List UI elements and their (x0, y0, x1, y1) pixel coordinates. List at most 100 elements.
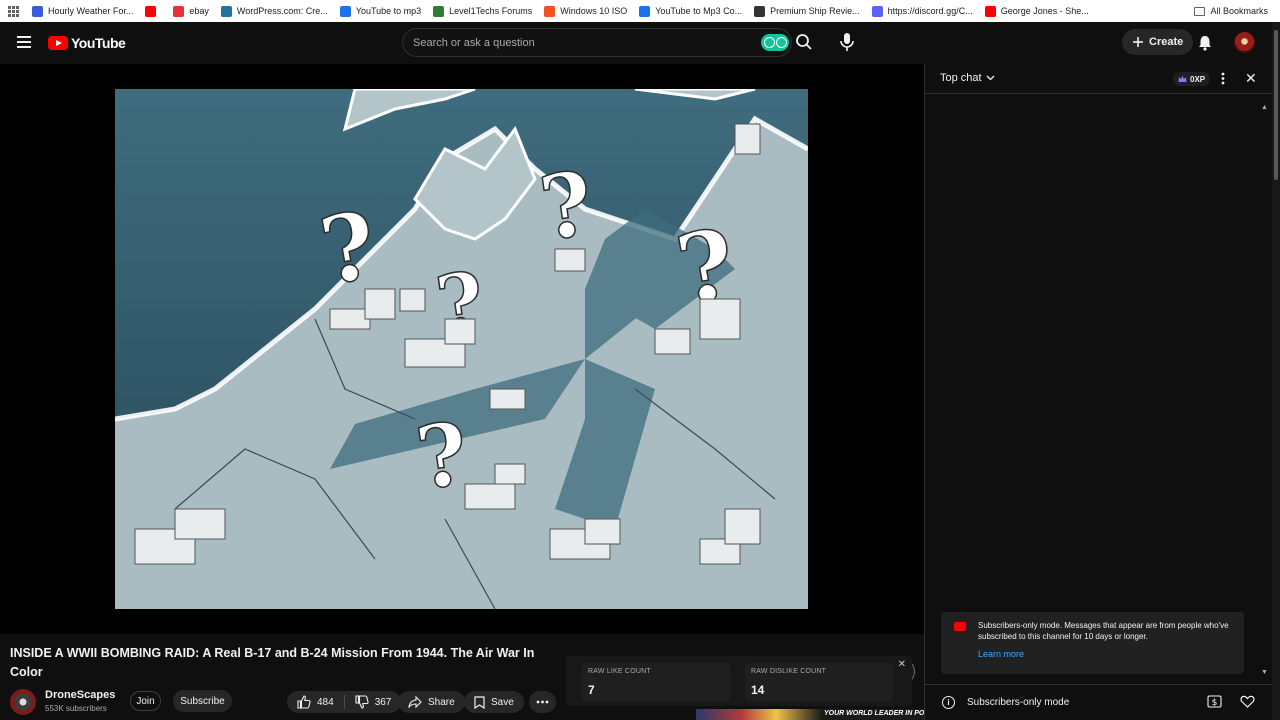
subscriber-count: 553K subscribers (45, 704, 107, 713)
save-button[interactable]: Save (464, 691, 524, 713)
top-chat-label: Top chat (940, 72, 982, 84)
bookmark-label: ebay (189, 6, 209, 16)
bell-icon (1199, 36, 1211, 51)
bookmark-item[interactable]: https://discord.gg/C... (866, 0, 979, 22)
chat-footer: i Subscribers-only mode $ (925, 684, 1273, 720)
info-icon[interactable]: i (942, 696, 955, 709)
super-chat-icon: $ (1207, 695, 1222, 708)
account-avatar[interactable] (1234, 32, 1255, 53)
bookmark-favicon-icon (754, 5, 766, 17)
bookmark-favicon-icon (173, 5, 185, 17)
bookmark-favicon-icon (639, 5, 651, 17)
grammarly-icon[interactable] (761, 34, 789, 51)
scroll-down-icon[interactable]: ▼ (1261, 669, 1268, 676)
share-icon (408, 696, 422, 708)
folder-icon (1194, 6, 1206, 16)
join-button[interactable]: Join (130, 691, 161, 711)
all-bookmarks[interactable]: All Bookmarks (1194, 6, 1280, 16)
bookmark-label: Hourly Weather For... (48, 6, 134, 16)
super-chat-button[interactable]: $ (1207, 695, 1222, 713)
scroll-up-icon[interactable]: ▲ (1261, 104, 1268, 111)
channel-avatar[interactable] (10, 689, 36, 715)
logo-text: YouTube (71, 35, 126, 51)
bookmark-label: Windows 10 ISO (560, 6, 628, 16)
notifications-button[interactable] (1196, 34, 1214, 57)
raw-like-label: RAW LIKE COUNT (588, 668, 651, 675)
thumbs-down-icon (355, 695, 369, 709)
raw-dislike-card: RAW DISLIKE COUNT 14 (745, 663, 893, 701)
bookmark-label: Premium Ship Revie... (770, 6, 860, 16)
bookmark-item[interactable] (139, 0, 167, 22)
bookmark-favicon-icon (433, 5, 445, 17)
apps-grid-icon[interactable] (0, 5, 26, 17)
bookmark-item[interactable]: Windows 10 ISO (538, 0, 633, 22)
bookmarks-bar: Hourly Weather For... ebay WordPress.com: … (0, 0, 1280, 22)
video-player[interactable]: ? ? ? ? ? (0, 64, 924, 685)
video-title: INSIDE A WWII BOMBING RAID: A Real B-17 … (10, 646, 535, 679)
bookmark-item[interactable]: Hourly Weather For... (26, 0, 139, 22)
bookmark-icon (474, 695, 485, 709)
subscribe-button[interactable]: Subscribe (173, 690, 232, 712)
share-button[interactable]: Share (398, 691, 465, 713)
youtube-logo[interactable]: YouTube (48, 35, 126, 51)
masthead: YouTube Search or ask a question Create (0, 22, 1280, 64)
heart-button[interactable] (1240, 695, 1255, 713)
close-icon[interactable]: ✕ (898, 659, 906, 670)
more-actions-button[interactable] (529, 691, 556, 713)
heart-icon (1240, 695, 1255, 708)
crown-icon (1178, 75, 1187, 82)
bookmark-item[interactable]: George Jones - She... (979, 0, 1095, 22)
learn-more-link[interactable]: Learn more (978, 649, 1024, 659)
bookmark-label: George Jones - She... (1000, 6, 1089, 16)
xp-badge[interactable]: 0XP (1173, 72, 1211, 86)
youtube-icon (954, 622, 966, 631)
bookmark-favicon-icon (984, 5, 996, 17)
plus-icon (1133, 37, 1143, 47)
subscribers-only-label: Subscribers-only mode (967, 697, 1070, 708)
top-chat-dropdown[interactable]: Top chat (940, 72, 995, 84)
create-label: Create (1149, 36, 1184, 48)
create-button[interactable]: Create (1122, 29, 1194, 55)
bookmark-item[interactable]: Level1Techs Forums (427, 0, 538, 22)
microphone-icon (840, 33, 854, 51)
bookmark-label: https://discord.gg/C... (887, 6, 973, 16)
search-input[interactable]: Search or ask a question (402, 28, 792, 57)
chat-menu-button[interactable] (1221, 72, 1225, 90)
bookmark-favicon-icon (145, 5, 157, 17)
menu-icon[interactable] (17, 36, 31, 48)
bookmark-label: WordPress.com: Cre... (236, 6, 328, 16)
map-illustration: ? ? ? ? ? (115, 89, 808, 609)
more-vertical-icon (1221, 72, 1225, 85)
bookmarks-list: Hourly Weather For... ebay WordPress.com: … (26, 0, 1095, 22)
like-button[interactable]: 484 (287, 695, 344, 709)
like-dislike-group: 484 367 (287, 691, 402, 713)
youtube-play-icon (48, 36, 68, 50)
bookmark-item[interactable]: YouTube to mp3 (334, 0, 427, 22)
bookmark-item[interactable]: WordPress.com: Cre... (215, 0, 334, 22)
subscribers-only-notice: Subscribers-only mode. Messages that app… (941, 612, 1244, 674)
video-frame-map[interactable]: ? ? ? ? ? (115, 89, 808, 609)
page-scrollbar-thumb[interactable] (1274, 30, 1278, 180)
dislike-button[interactable]: 367 (345, 695, 402, 709)
share-label: Share (428, 696, 455, 708)
channel-name[interactable]: DroneScapes (45, 689, 115, 701)
voice-search-button[interactable] (838, 31, 856, 58)
bookmark-favicon-icon (339, 5, 351, 17)
search-button[interactable] (794, 32, 814, 57)
close-chat-icon[interactable]: ✕ (1245, 70, 1257, 87)
chevron-down-icon (986, 75, 995, 81)
raw-like-card: RAW LIKE COUNT 7 (582, 663, 730, 701)
raw-dislike-value: 14 (751, 683, 765, 697)
chat-header: Top chat 0XP ✕ (925, 64, 1273, 94)
search-icon (796, 34, 812, 50)
bookmark-favicon-icon (544, 5, 556, 17)
bookmark-item[interactable]: ebay (167, 0, 215, 22)
dislike-count: 367 (374, 696, 392, 708)
bookmark-label: YouTube to Mp3 Co... (655, 6, 743, 16)
notice-text: Subscribers-only mode. Messages that app… (978, 621, 1229, 641)
bookmark-item[interactable]: Premium Ship Revie... (748, 0, 866, 22)
bookmark-favicon-icon (220, 5, 232, 17)
bookmark-label: Level1Techs Forums (449, 6, 533, 16)
svg-text:$: $ (1212, 698, 1218, 708)
bookmark-item[interactable]: YouTube to Mp3 Co... (633, 0, 748, 22)
